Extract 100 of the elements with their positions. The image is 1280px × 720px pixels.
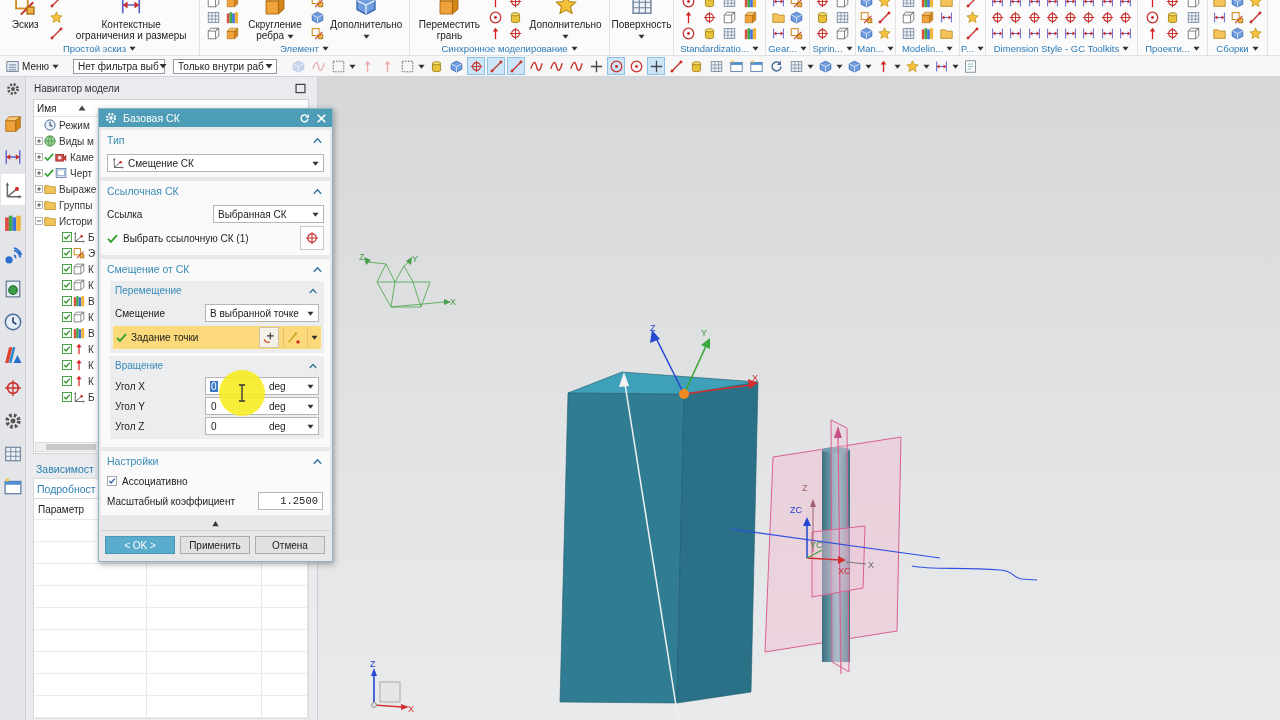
cube-icon[interactable] (860, 27, 874, 40)
dialog-button[interactable]: Применить (180, 536, 250, 554)
expand-icon[interactable] (35, 185, 43, 193)
sketch-icon[interactable] (790, 27, 804, 40)
crosshair-icon[interactable] (991, 11, 1005, 24)
checkbox[interactable] (62, 232, 72, 242)
tree-item[interactable]: К (88, 311, 94, 323)
dimension-icon[interactable] (1213, 11, 1226, 24)
checkbox[interactable] (62, 296, 72, 306)
ribbon-button[interactable]: Дополнительно (330, 0, 403, 41)
tree-item[interactable]: Черт (70, 167, 93, 179)
circle-icon[interactable] (1145, 11, 1159, 24)
expand-icon[interactable] (35, 153, 43, 161)
block-icon[interactable] (921, 11, 934, 24)
dimension-icon[interactable] (1100, 27, 1114, 40)
dimension-icon[interactable] (1118, 27, 1132, 40)
checkbox[interactable] (107, 476, 117, 486)
star-icon[interactable] (1249, 27, 1262, 40)
crosshair-icon[interactable] (816, 27, 830, 40)
tree-item[interactable]: К (88, 375, 94, 387)
caret-icon[interactable] (570, 45, 578, 52)
tree-item[interactable]: Группы (59, 199, 93, 211)
angle-input[interactable]: 0 deg (205, 417, 319, 435)
crosshair-icon[interactable] (1064, 11, 1078, 24)
block-icon[interactable] (744, 11, 758, 24)
box-icon[interactable] (835, 27, 849, 40)
tree-item[interactable]: К (88, 279, 94, 291)
caret-icon[interactable] (894, 62, 902, 70)
tree-item[interactable]: Виды м (59, 135, 94, 147)
caret-icon[interactable] (321, 45, 329, 52)
ribbon-button[interactable]: Переместить грань (417, 0, 482, 41)
caret-icon[interactable] (1122, 45, 1130, 52)
caret-icon[interactable] (865, 62, 873, 70)
scale-input[interactable]: 1.2500 (258, 492, 323, 510)
tree-item[interactable]: К (88, 343, 94, 355)
cylinder-icon[interactable] (1166, 11, 1179, 24)
dimension-icon[interactable] (1064, 27, 1078, 40)
dimension-icon[interactable] (1045, 27, 1059, 40)
line-icon[interactable] (50, 27, 64, 40)
dialog-button[interactable]: Отмена (255, 536, 325, 554)
caret-icon[interactable] (1251, 45, 1259, 52)
sketch-icon[interactable] (860, 11, 874, 24)
tool-button[interactable] (507, 57, 526, 75)
tree-item[interactable]: Б (88, 391, 95, 403)
caret-icon[interactable] (307, 402, 314, 410)
box-icon[interactable] (206, 27, 220, 40)
crosshair-icon[interactable] (1009, 11, 1023, 24)
line-icon[interactable] (1249, 11, 1262, 24)
ribbon-button[interactable]: Эскиз (11, 0, 39, 30)
crosshair-icon[interactable] (1100, 11, 1114, 24)
sketch-icon[interactable] (310, 27, 324, 40)
caret-icon[interactable] (349, 62, 357, 70)
box-icon[interactable] (723, 11, 737, 24)
expand-icon[interactable] (35, 201, 43, 209)
star-icon[interactable] (877, 27, 891, 40)
chevron-up-icon[interactable] (313, 186, 322, 196)
chevron-up-icon[interactable] (313, 456, 322, 466)
tool-button[interactable] (647, 57, 666, 75)
caret-icon[interactable] (307, 422, 314, 430)
resource-tab[interactable] (0, 174, 25, 205)
star-icon[interactable] (966, 11, 979, 24)
caret-icon[interactable] (129, 45, 136, 52)
books-icon[interactable] (921, 27, 934, 40)
tree-item[interactable]: К (88, 359, 94, 371)
dimension-icon[interactable] (1082, 27, 1096, 40)
tool-button[interactable] (467, 57, 486, 75)
crosshair-icon[interactable] (702, 11, 716, 24)
crosshair-icon[interactable] (1082, 11, 1096, 24)
star-icon[interactable] (50, 11, 64, 24)
grid-icon[interactable] (723, 27, 737, 40)
checkbox[interactable] (62, 328, 72, 338)
chevron-up-icon[interactable] (313, 135, 322, 145)
line-icon[interactable] (877, 11, 891, 24)
crosshair-icon[interactable] (1027, 11, 1041, 24)
block-icon[interactable] (226, 27, 240, 40)
circle-icon[interactable] (488, 11, 502, 24)
column-header[interactable]: Параметр (38, 503, 85, 515)
maximize-icon[interactable] (295, 82, 306, 94)
section-title[interactable]: Ссылочная СК (107, 185, 179, 197)
caret-icon[interactable] (799, 45, 807, 52)
cylinder-icon[interactable] (816, 11, 830, 24)
tree-item[interactable]: В (88, 327, 95, 339)
dropdown[interactable]: Смещение СК (107, 154, 324, 172)
caret-icon[interactable] (886, 45, 894, 52)
tree-item[interactable]: Выраже (59, 183, 97, 195)
reset-icon[interactable] (299, 112, 310, 124)
checkbox[interactable] (62, 360, 72, 370)
checkbox[interactable] (62, 312, 72, 322)
chevron-up-icon[interactable] (309, 361, 317, 370)
expand-icon[interactable] (35, 137, 43, 145)
caret-icon[interactable] (418, 62, 426, 70)
chevron-up-icon[interactable] (313, 264, 322, 274)
section-title[interactable]: Тип (107, 134, 125, 146)
expand-icon[interactable] (35, 169, 43, 177)
tree-item[interactable]: Режим (59, 119, 90, 131)
section-title[interactable]: Зависимост (36, 462, 94, 475)
dimension-icon[interactable] (1027, 27, 1041, 40)
grid-icon[interactable] (835, 11, 849, 24)
crosshair-icon[interactable] (1045, 11, 1059, 24)
chevron-up-icon[interactable] (309, 286, 317, 295)
